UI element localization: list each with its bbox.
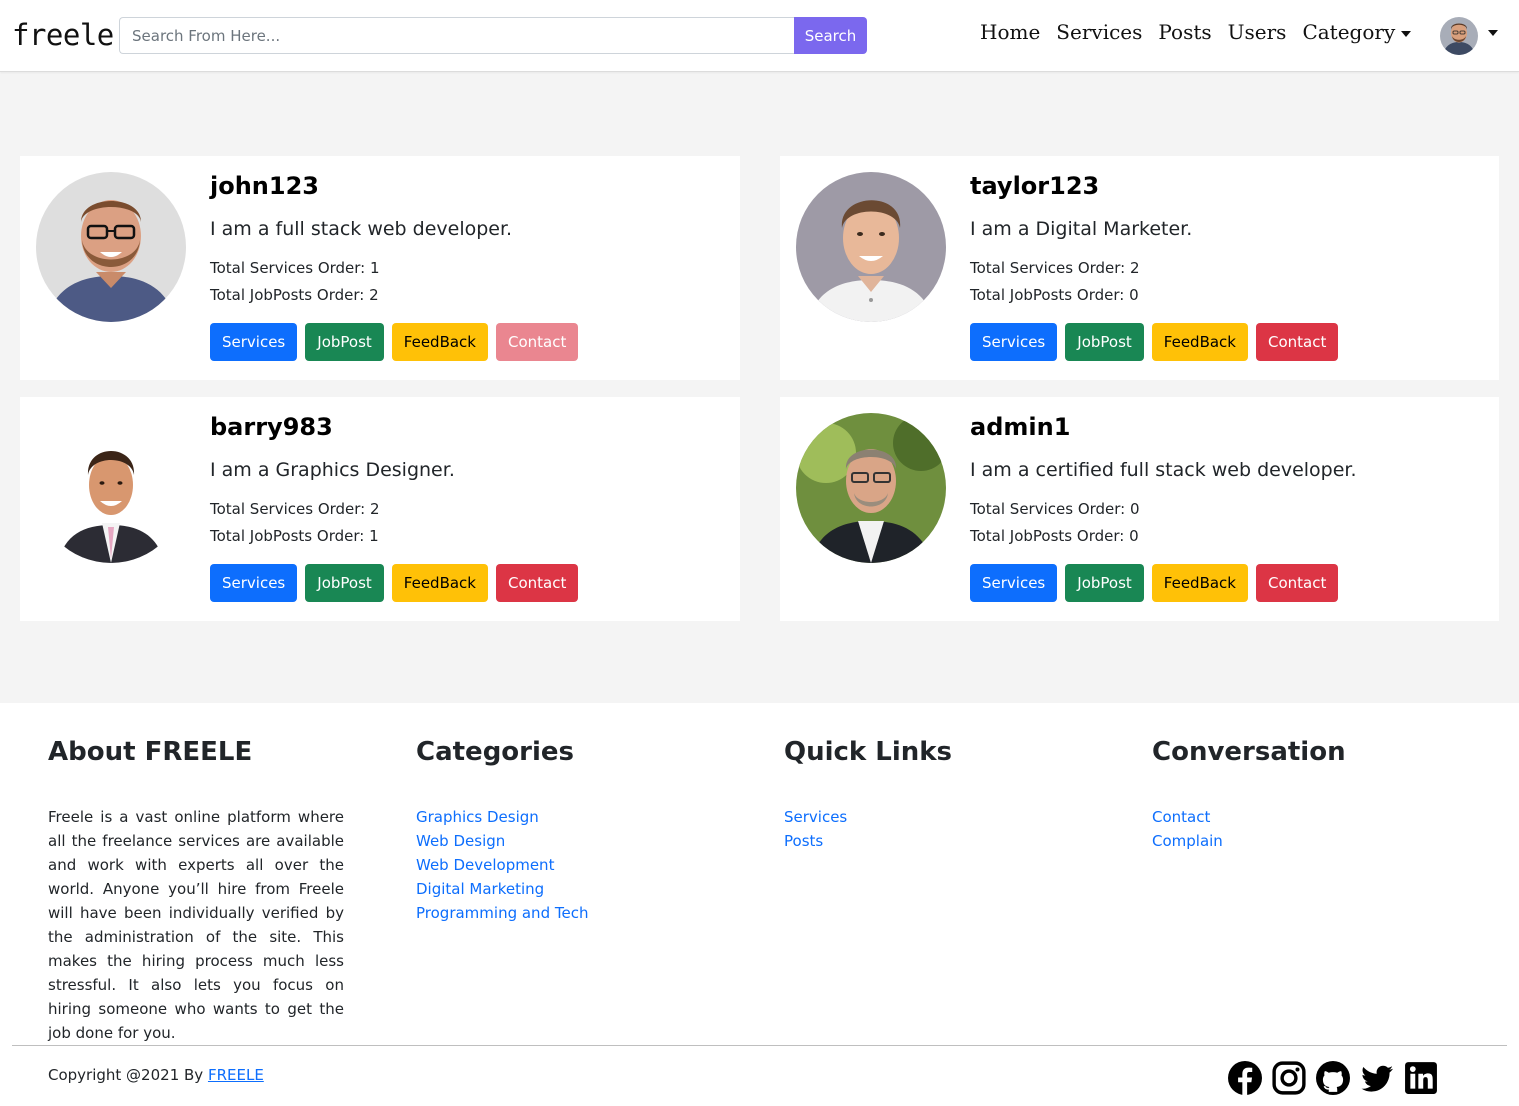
user-card: john123 I am a full stack web developer.… bbox=[20, 156, 740, 380]
user-card-username[interactable]: taylor123 bbox=[970, 172, 1099, 200]
search-button[interactable]: Search bbox=[794, 17, 867, 54]
user-avatar[interactable] bbox=[1440, 17, 1478, 55]
footer-quick-links-title: Quick Links bbox=[784, 737, 953, 767]
footer-link-contact[interactable]: Contact bbox=[1152, 805, 1346, 829]
linkedin-icon[interactable] bbox=[1404, 1061, 1438, 1095]
user-card-bio: I am a Graphics Designer. bbox=[210, 459, 455, 481]
nav-posts[interactable]: Posts bbox=[1158, 20, 1211, 44]
user-card: taylor123 I am a Digital Marketer. Total… bbox=[780, 156, 1499, 380]
footer-link-complain[interactable]: Complain bbox=[1152, 829, 1346, 853]
footer-link-web-design[interactable]: Web Design bbox=[416, 829, 588, 853]
user-card-bio: I am a full stack web developer. bbox=[210, 218, 513, 240]
feedback-button[interactable]: FeedBack bbox=[1151, 564, 1248, 602]
user-card-services-order: Total Services Order: 0 bbox=[970, 500, 1140, 518]
twitter-icon[interactable] bbox=[1360, 1061, 1394, 1095]
instagram-icon[interactable] bbox=[1272, 1061, 1306, 1095]
contact-button: Contact bbox=[495, 323, 579, 361]
copyright: Copyright @2021 By FREELE bbox=[48, 1066, 264, 1084]
user-card-avatar bbox=[36, 413, 186, 563]
user-card-services-order: Total Services Order: 2 bbox=[210, 500, 380, 518]
contact-button[interactable]: Contact bbox=[1255, 323, 1339, 361]
feedback-button[interactable]: FeedBack bbox=[391, 564, 488, 602]
nav-category-label: Category bbox=[1302, 20, 1396, 44]
user-card-actions: Services JobPost FeedBack Contact bbox=[210, 323, 586, 361]
user-card-username[interactable]: john123 bbox=[210, 172, 319, 200]
brand-logo[interactable]: freele bbox=[12, 18, 114, 52]
nav-home[interactable]: Home bbox=[980, 20, 1040, 44]
user-card-services-order: Total Services Order: 2 bbox=[970, 259, 1140, 277]
nav-users[interactable]: Users bbox=[1228, 20, 1287, 44]
jobpost-button[interactable]: JobPost bbox=[305, 323, 384, 361]
services-button[interactable]: Services bbox=[970, 323, 1058, 361]
user-card: barry983 I am a Graphics Designer. Total… bbox=[20, 397, 740, 621]
footer-link-posts[interactable]: Posts bbox=[784, 829, 952, 853]
profile-photo-icon bbox=[36, 413, 186, 563]
nav-links: Home Services Posts Users Category bbox=[980, 20, 1427, 44]
user-card-avatar bbox=[796, 413, 946, 563]
copyright-link[interactable]: FREELE bbox=[208, 1066, 264, 1084]
navbar: freele Search Home Services Posts Users … bbox=[0, 0, 1519, 72]
user-menu-chevron-icon[interactable] bbox=[1488, 30, 1498, 36]
user-card-username[interactable]: admin1 bbox=[970, 413, 1070, 441]
user-card-jobposts-order: Total JobPosts Order: 0 bbox=[970, 527, 1139, 545]
user-card-jobposts-order: Total JobPosts Order: 0 bbox=[970, 286, 1139, 304]
footer-link-digital-marketing[interactable]: Digital Marketing bbox=[416, 877, 588, 901]
footer-about-text: Freele is a vast online platform where a… bbox=[48, 808, 344, 1042]
user-card-jobposts-order: Total JobPosts Order: 1 bbox=[210, 527, 379, 545]
nav-services[interactable]: Services bbox=[1056, 20, 1142, 44]
user-card-avatar bbox=[36, 172, 186, 322]
user-card-avatar bbox=[796, 172, 946, 322]
footer-about: About FREELE Freele is a vast online pla… bbox=[48, 737, 344, 1045]
footer-categories: Categories Graphics Design Web Design We… bbox=[416, 737, 588, 925]
jobpost-button[interactable]: JobPost bbox=[305, 564, 384, 602]
footer-conversation-title: Conversation bbox=[1152, 737, 1346, 767]
user-card-username[interactable]: barry983 bbox=[210, 413, 333, 441]
user-card-services-order: Total Services Order: 1 bbox=[210, 259, 380, 277]
facebook-icon[interactable] bbox=[1228, 1061, 1262, 1095]
footer: About FREELE Freele is a vast online pla… bbox=[0, 703, 1519, 1106]
footer-categories-title: Categories bbox=[416, 737, 575, 767]
user-card: admin1 I am a certified full stack web d… bbox=[780, 397, 1499, 621]
profile-photo-icon bbox=[796, 172, 946, 322]
github-icon[interactable] bbox=[1316, 1061, 1350, 1095]
profile-photo-icon bbox=[796, 413, 946, 563]
footer-link-services[interactable]: Services bbox=[784, 805, 952, 829]
feedback-button[interactable]: FeedBack bbox=[1151, 323, 1248, 361]
jobpost-button[interactable]: JobPost bbox=[1065, 564, 1144, 602]
profile-photo-icon bbox=[36, 172, 186, 322]
footer-about-title: About FREELE bbox=[48, 737, 253, 767]
footer-link-graphics-design[interactable]: Graphics Design bbox=[416, 805, 588, 829]
user-card-bio: I am a Digital Marketer. bbox=[970, 218, 1193, 240]
footer-divider bbox=[12, 1045, 1507, 1046]
services-button[interactable]: Services bbox=[210, 323, 298, 361]
services-button[interactable]: Services bbox=[970, 564, 1058, 602]
user-card-bio: I am a certified full stack web develope… bbox=[970, 459, 1357, 481]
nav-category-dropdown[interactable]: Category bbox=[1302, 20, 1412, 44]
contact-button[interactable]: Contact bbox=[495, 564, 579, 602]
chevron-down-icon bbox=[1401, 30, 1412, 37]
footer-conversation: Conversation Contact Complain bbox=[1152, 737, 1346, 853]
user-card-actions: Services JobPost FeedBack Contact bbox=[970, 323, 1346, 361]
search-input[interactable] bbox=[119, 17, 795, 54]
avatar-icon bbox=[1440, 17, 1478, 55]
footer-link-web-development[interactable]: Web Development bbox=[416, 853, 588, 877]
user-card-jobposts-order: Total JobPosts Order: 2 bbox=[210, 286, 379, 304]
footer-quick-links: Quick Links Services Posts bbox=[784, 737, 952, 853]
footer-link-programming-tech[interactable]: Programming and Tech bbox=[416, 901, 588, 925]
feedback-button[interactable]: FeedBack bbox=[391, 323, 488, 361]
copyright-text: Copyright @2021 By bbox=[48, 1066, 208, 1084]
user-card-actions: Services JobPost FeedBack Contact bbox=[970, 564, 1346, 602]
contact-button[interactable]: Contact bbox=[1255, 564, 1339, 602]
jobpost-button[interactable]: JobPost bbox=[1065, 323, 1144, 361]
social-links bbox=[1228, 1061, 1448, 1095]
user-card-actions: Services JobPost FeedBack Contact bbox=[210, 564, 586, 602]
services-button[interactable]: Services bbox=[210, 564, 298, 602]
